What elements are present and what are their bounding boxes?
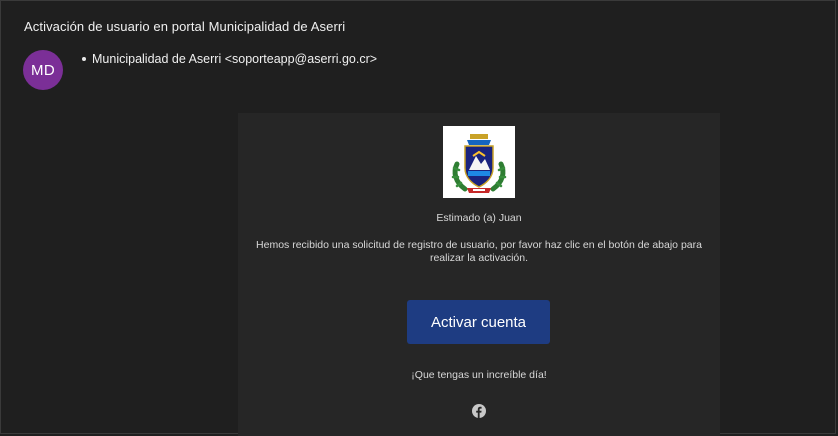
sender-avatar: MD [23, 50, 63, 90]
email-subject: Activación de usuario en portal Municipa… [24, 19, 346, 34]
activate-button-label: Activar cuenta [430, 313, 527, 331]
activate-account-button[interactable]: Activar cuenta [407, 300, 550, 344]
greeting-text: Estimado (a) Juan [436, 212, 522, 224]
sender-line[interactable]: Municipalidad de Aserri <soporteapp@aser… [82, 52, 377, 66]
sender-address: Municipalidad de Aserri <soporteapp@aser… [92, 52, 378, 66]
closing-text: ¡Que tengas un increíble día! [411, 369, 547, 381]
facebook-icon[interactable] [472, 404, 486, 418]
activation-message: Hemos recibido una solicitud de registro… [256, 239, 702, 264]
bullet-dot [82, 57, 86, 61]
email-body-card: Estimado (a) Juan Hemos recibido una sol… [238, 113, 720, 436]
avatar-initials: MD [31, 61, 55, 79]
municipal-crest-icon [443, 126, 515, 198]
